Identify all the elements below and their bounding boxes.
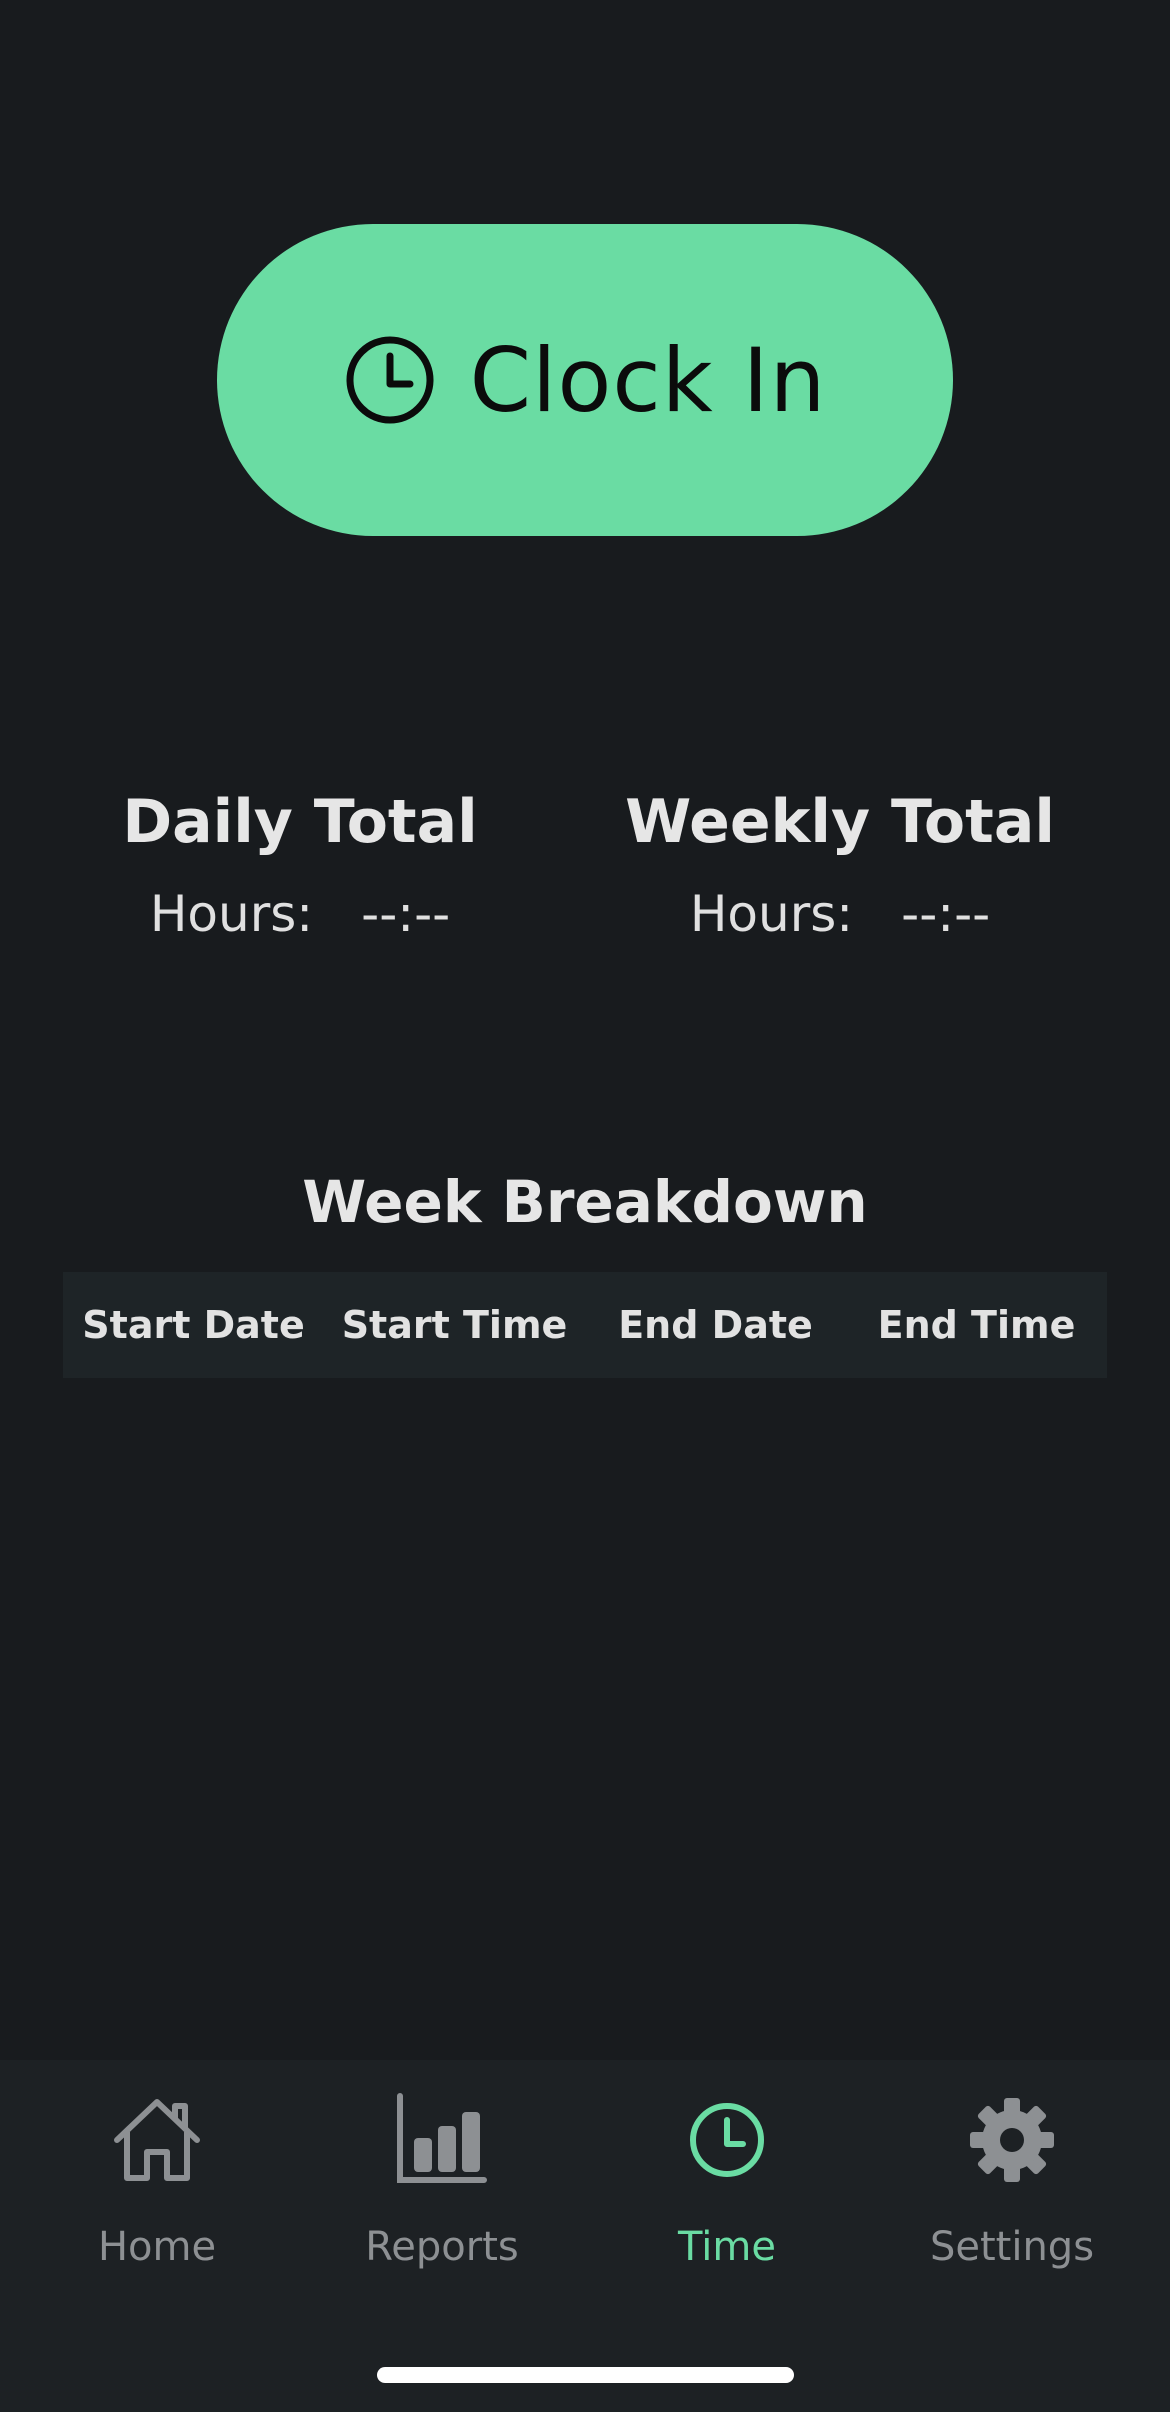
weekly-total-title: Weekly Total — [625, 787, 1055, 857]
weekly-hours-value: --:-- — [901, 885, 991, 943]
tab-settings-label: Settings — [929, 2224, 1095, 2270]
column-header-start-time[interactable]: Start Time — [324, 1303, 585, 1347]
tab-settings[interactable]: Settings — [866, 2090, 1158, 2320]
clock-icon — [677, 2090, 777, 2190]
tab-home-label: Home — [97, 2224, 217, 2270]
tab-home[interactable]: Home — [11, 2090, 303, 2320]
clock-in-label: Clock In — [469, 328, 827, 432]
tab-time[interactable]: Time — [581, 2090, 873, 2320]
home-icon — [107, 2090, 207, 2190]
home-indicator — [377, 2367, 794, 2383]
daily-hours-row: Hours: --:-- — [40, 884, 560, 944]
column-header-end-date[interactable]: End Date — [585, 1303, 846, 1347]
bottom-tab-bar: Home Reports Time Settings — [0, 2060, 1170, 2412]
tab-time-label: Time — [678, 2224, 776, 2270]
clock-in-button[interactable]: Clock In — [217, 224, 953, 536]
weekly-hours-label: Hours: — [689, 885, 854, 943]
bar-chart-icon — [392, 2090, 492, 2190]
breakdown-table-header: Start Date Start Time End Date End Time — [63, 1272, 1107, 1378]
column-header-start-date[interactable]: Start Date — [63, 1303, 324, 1347]
daily-hours-label: Hours: — [149, 885, 314, 943]
daily-total: Daily Total Hours: --:-- — [40, 780, 560, 944]
tab-reports-label: Reports — [365, 2224, 519, 2270]
week-breakdown-title: Week Breakdown — [302, 1168, 868, 1236]
weekly-hours-row: Hours: --:-- — [580, 884, 1100, 944]
tab-reports[interactable]: Reports — [296, 2090, 588, 2320]
clock-icon — [344, 334, 436, 426]
weekly-total: Weekly Total Hours: --:-- — [580, 780, 1100, 944]
column-header-end-time[interactable]: End Time — [846, 1303, 1107, 1347]
daily-total-title: Daily Total — [122, 787, 478, 857]
gear-icon — [962, 2090, 1062, 2190]
totals-section: Daily Total Hours: --:-- Weekly Total Ho… — [0, 780, 1170, 960]
daily-hours-value: --:-- — [361, 885, 451, 943]
